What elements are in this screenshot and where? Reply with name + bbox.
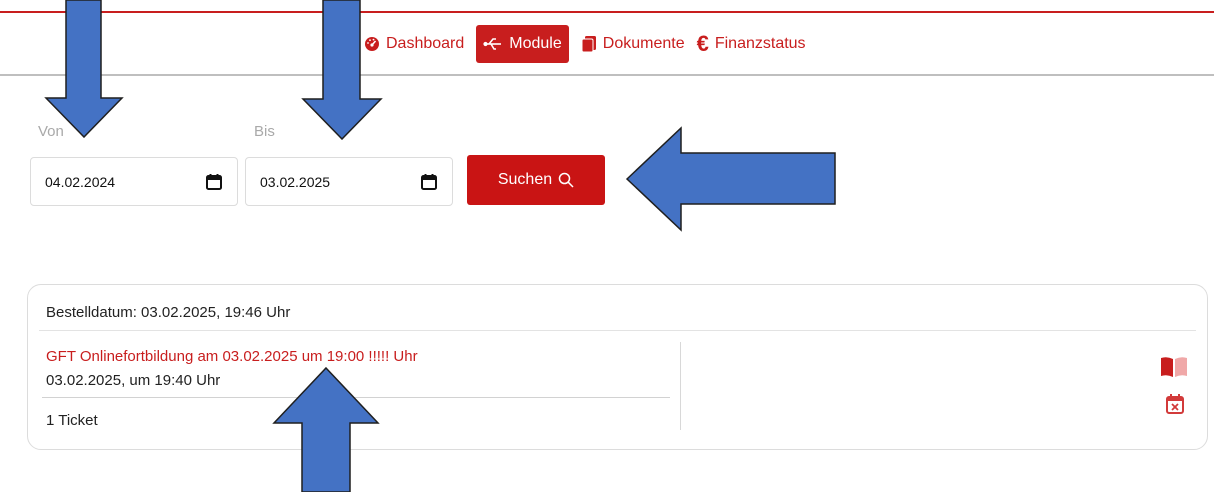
arrow-down-annotation: [301, 0, 383, 140]
from-date-value: 04.02.2024: [45, 173, 116, 190]
nav-item-label: Module: [509, 35, 562, 52]
arrow-up-annotation: [272, 366, 380, 492]
card-divider: [39, 330, 1196, 331]
to-date-value: 03.02.2025: [260, 173, 331, 190]
nav-item-finanzstatus[interactable]: € Finanzstatus: [691, 25, 812, 63]
calendar-cancel-icon[interactable]: [1165, 393, 1185, 415]
nav-item-dokumente[interactable]: Dokumente: [575, 25, 691, 63]
from-date-input[interactable]: 04.02.2024: [30, 157, 238, 206]
arrow-left-annotation: [625, 126, 836, 232]
nav-item-label: Dashboard: [386, 35, 465, 52]
course-title-link[interactable]: GFT Onlinefortbildung am 03.02.2025 um 1…: [46, 348, 418, 365]
search-button-label: Suchen: [497, 171, 553, 188]
main-nav: Dashboard Module Dokumente € Finanzstatu…: [358, 25, 812, 63]
euro-icon: €: [696, 31, 709, 56]
calendar-icon[interactable]: [205, 173, 223, 191]
search-button[interactable]: Suchen: [467, 155, 605, 205]
order-card: Bestelldatum: 03.02.2025, 19:46 Uhr GFT …: [27, 284, 1208, 450]
search-icon: [558, 172, 574, 188]
to-date-input[interactable]: 03.02.2025: [245, 157, 453, 206]
nav-item-label: Dokumente: [602, 35, 685, 52]
book-icon[interactable]: [1160, 356, 1188, 378]
usb-icon: [483, 36, 503, 52]
column-divider: [680, 342, 681, 430]
top-accent-rule: [0, 11, 1214, 13]
order-date: Bestelldatum: 03.02.2025, 19:46 Uhr: [46, 304, 291, 321]
ticket-count: 1 Ticket: [46, 412, 98, 429]
nav-item-module[interactable]: Module: [476, 25, 569, 63]
course-time: 03.02.2025, um 19:40 Uhr: [46, 372, 221, 389]
calendar-icon[interactable]: [420, 173, 438, 191]
nav-item-label: Finanzstatus: [714, 35, 806, 52]
to-date-label: Bis: [254, 123, 275, 140]
document-icon: [581, 35, 597, 53]
nav-divider: [0, 74, 1214, 76]
arrow-down-annotation: [44, 0, 124, 138]
